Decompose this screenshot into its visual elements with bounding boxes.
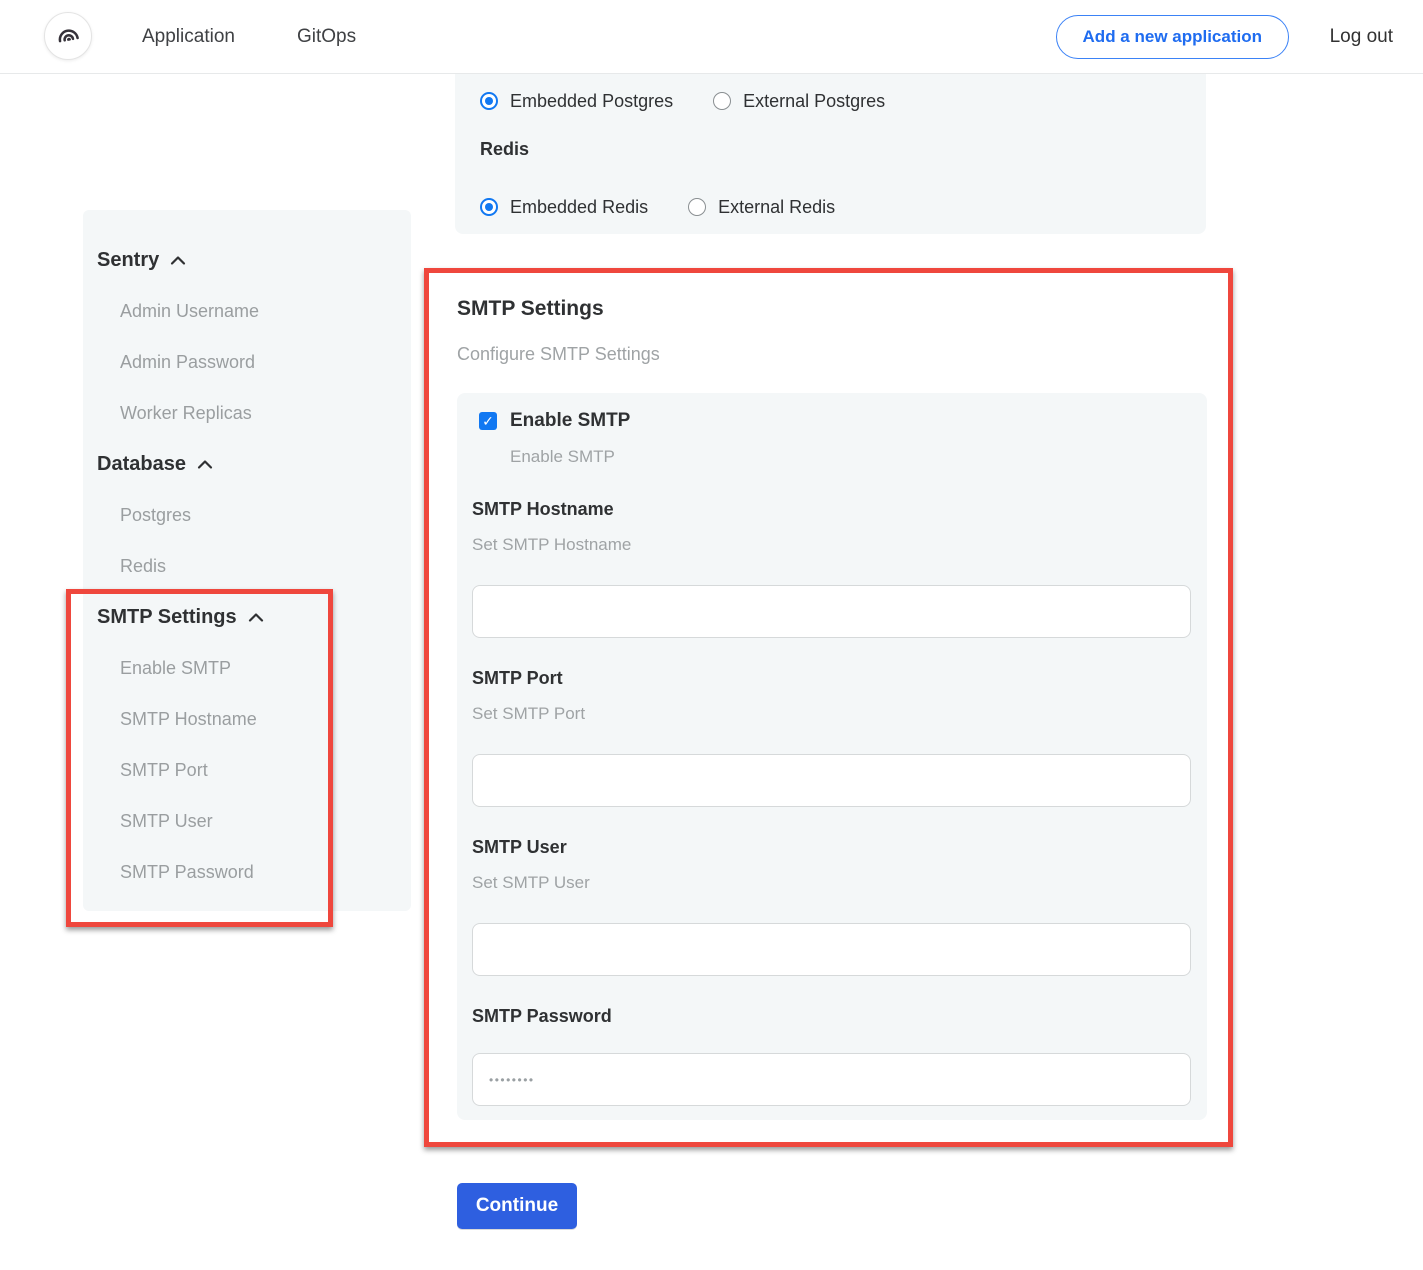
sidebar-item-redis[interactable]: Redis — [97, 554, 411, 578]
sidebar-group-label: SMTP Settings — [97, 606, 237, 629]
nav-application[interactable]: Application — [142, 0, 235, 74]
radio-embedded-redis[interactable]: Embedded Redis — [480, 197, 648, 218]
continue-button[interactable]: Continue — [457, 1183, 577, 1229]
sidebar-group-label: Database — [97, 453, 186, 476]
redis-group-label: Redis — [480, 136, 1181, 162]
sidebar-item-postgres[interactable]: Postgres — [97, 503, 411, 527]
radio-unselected-icon[interactable] — [688, 198, 706, 216]
enable-smtp-row: ✓ Enable SMTP — [472, 409, 1191, 433]
sidebar-item-enable-smtp[interactable]: Enable SMTP — [97, 656, 411, 680]
database-options-card: Embedded Postgres External Postgres Redi… — [455, 74, 1206, 234]
sidebar-item-smtp-port[interactable]: SMTP Port — [97, 758, 411, 782]
sidebar-item-admin-username[interactable]: Admin Username — [97, 299, 411, 323]
radio-external-redis[interactable]: External Redis — [688, 197, 835, 218]
sidebar-item-admin-password[interactable]: Admin Password — [97, 350, 411, 374]
enable-smtp-label: Enable SMTP — [510, 410, 630, 432]
chevron-up-icon — [197, 459, 213, 470]
sidebar-group-label: Sentry — [97, 249, 159, 272]
smtp-settings-title: SMTP Settings — [457, 297, 604, 321]
radio-embedded-postgres[interactable]: Embedded Postgres — [480, 91, 673, 112]
smtp-hostname-label: SMTP Hostname — [472, 497, 1191, 521]
sidebar-group-smtp-settings[interactable]: SMTP Settings — [97, 605, 411, 629]
sidebar-item-smtp-user[interactable]: SMTP User — [97, 809, 411, 833]
nav-gitops[interactable]: GitOps — [297, 0, 356, 74]
smtp-user-label: SMTP User — [472, 835, 1191, 859]
add-new-application-button[interactable]: Add a new application — [1056, 15, 1289, 59]
config-sidebar: Sentry Admin Username Admin Password Wor… — [83, 210, 411, 911]
smtp-hostname-input[interactable] — [472, 585, 1191, 638]
sidebar-item-worker-replicas[interactable]: Worker Replicas — [97, 401, 411, 425]
radio-selected-icon[interactable] — [480, 198, 498, 216]
radio-label: External Postgres — [743, 91, 885, 112]
sidebar-item-smtp-hostname[interactable]: SMTP Hostname — [97, 707, 411, 731]
postgres-radio-group: Embedded Postgres External Postgres — [480, 88, 1181, 114]
smtp-settings-form: ✓ Enable SMTP Enable SMTP SMTP Hostname … — [457, 393, 1207, 1120]
sidebar-item-smtp-password[interactable]: SMTP Password — [97, 860, 411, 884]
smtp-user-input[interactable] — [472, 923, 1191, 976]
smtp-port-label: SMTP Port — [472, 666, 1191, 690]
enable-smtp-help: Enable SMTP — [472, 445, 1191, 469]
smtp-password-input[interactable] — [472, 1053, 1191, 1106]
radio-external-postgres[interactable]: External Postgres — [713, 91, 885, 112]
enable-smtp-checkbox[interactable]: ✓ — [479, 412, 497, 430]
app-header: Application GitOps Add a new application… — [0, 0, 1423, 74]
radio-selected-icon[interactable] — [480, 92, 498, 110]
smtp-password-label: SMTP Password — [472, 1004, 1191, 1028]
radio-unselected-icon[interactable] — [713, 92, 731, 110]
radio-label: External Redis — [718, 197, 835, 218]
logout-link[interactable]: Log out — [1330, 0, 1393, 74]
smtp-port-help: Set SMTP Port — [472, 702, 1191, 726]
smtp-settings-subtitle: Configure SMTP Settings — [457, 344, 660, 365]
redis-radio-group: Embedded Redis External Redis — [480, 194, 1181, 220]
smtp-hostname-help: Set SMTP Hostname — [472, 533, 1191, 557]
sidebar-group-sentry[interactable]: Sentry — [97, 248, 411, 272]
chevron-up-icon — [170, 255, 186, 266]
radio-label: Embedded Redis — [510, 197, 648, 218]
smtp-port-input[interactable] — [472, 754, 1191, 807]
chevron-up-icon — [248, 612, 264, 623]
app-logo[interactable] — [44, 12, 92, 60]
smtp-user-help: Set SMTP User — [472, 871, 1191, 895]
sentry-logo-icon — [53, 19, 83, 54]
radio-label: Embedded Postgres — [510, 91, 673, 112]
sidebar-group-database[interactable]: Database — [97, 452, 411, 476]
